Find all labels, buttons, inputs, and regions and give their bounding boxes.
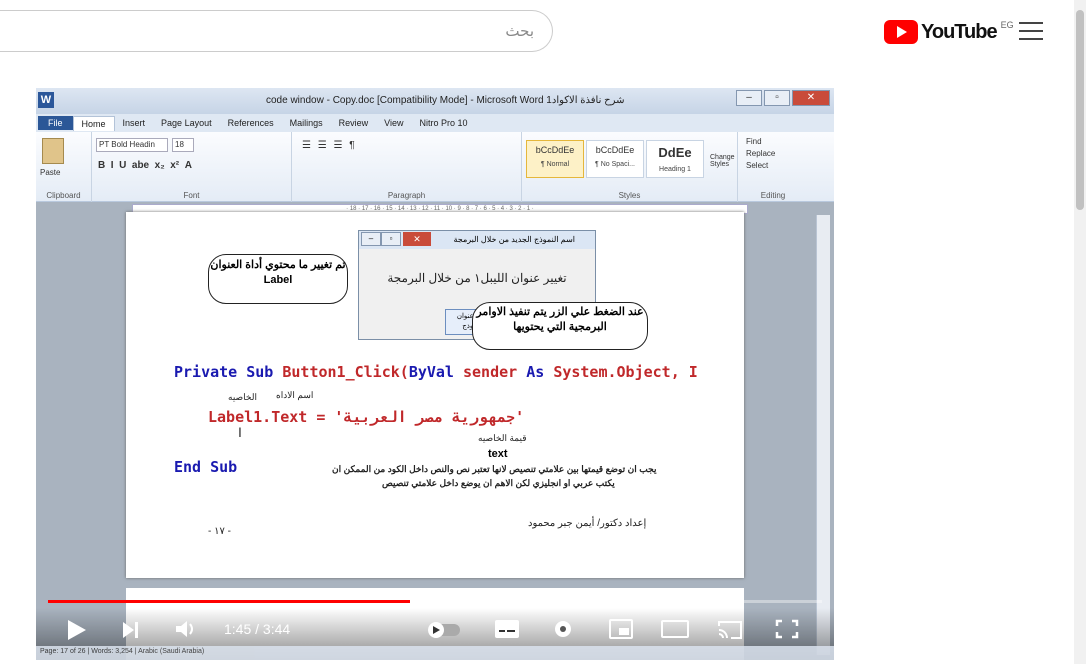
page-number: - ١٧ - xyxy=(208,526,231,537)
code-keyword: As xyxy=(526,363,554,381)
callout-bubble-label: تم تغيير ما محتوي أداة العنوان Label xyxy=(208,254,348,304)
clipboard-group-label: Clipboard xyxy=(46,191,81,200)
maximize-icon: ▫ xyxy=(764,90,790,106)
code-line-end: End Sub xyxy=(174,458,238,476)
tab-file: File xyxy=(38,116,73,130)
dialog-minimize-icon: – xyxy=(361,232,381,246)
style-normal: bCcDdEe ¶ Normal xyxy=(526,140,584,178)
change-styles: Change Styles xyxy=(710,154,735,168)
style-name: ¶ No Spaci... xyxy=(595,161,635,168)
format-buttons: B I U abe x₂ x² A xyxy=(98,160,192,171)
styles-group-label: Styles xyxy=(618,191,641,200)
youtube-logo-text: YouTube xyxy=(921,20,998,43)
style-sample: bCcDdEe xyxy=(535,145,575,155)
country-code: EG xyxy=(1000,20,1014,30)
editing-group: Find Replace Select Editing xyxy=(738,132,808,202)
style-heading1: DdEe Heading 1 xyxy=(646,140,704,178)
next-icon[interactable] xyxy=(120,620,142,640)
code-line-sub: Private Sub Button1_Click(ByVal sender A… xyxy=(174,363,698,381)
theater-mode-icon[interactable] xyxy=(660,618,690,640)
find-button: Find xyxy=(746,137,762,146)
paste-label: Paste xyxy=(40,168,61,177)
paragraph-buttons: ☰ ☰ ☰ ¶ xyxy=(302,140,357,151)
video-player[interactable]: W code window - Copy.doc [Compatibility … xyxy=(36,88,834,660)
dialog-label: تغيير عنوان الليبل١ من خلال البرمجة xyxy=(387,271,567,285)
style-name: ¶ Normal xyxy=(540,161,570,168)
word-window-title: code window - Copy.doc [Compatibility Mo… xyxy=(266,95,625,106)
window-buttons: – ▫ ✕ xyxy=(736,90,830,106)
tab-references: References xyxy=(227,118,274,128)
style-no-spacing: bCcDdEe ¶ No Spaci... xyxy=(586,140,644,178)
style-sample: DdEe xyxy=(658,145,692,160)
hamburger-menu-icon[interactable] xyxy=(1019,22,1043,40)
author-line: إعداد دكتور/ أيمن جبر محمود xyxy=(528,518,647,529)
tab-review: Review xyxy=(338,118,369,128)
word-app-icon: W xyxy=(38,92,54,108)
code-keyword: ByVal xyxy=(408,363,463,381)
editing-group-label: Editing xyxy=(760,191,786,200)
youtube-logo[interactable]: YouTube EG xyxy=(884,19,1014,45)
close-icon: ✕ xyxy=(792,90,830,106)
ribbon-tabs: File Home Insert Page Layout References … xyxy=(36,114,834,132)
clipboard-group: Paste Clipboard xyxy=(36,132,92,202)
code-name: Button1_Click( xyxy=(282,363,409,381)
tab-home: Home xyxy=(72,115,115,131)
code-line-assign: Label1.Text = 'جمهورية مصر العربية' xyxy=(208,408,525,426)
callout-bubble-button: عند الضغط علي الزر يتم تنفيذ الاوامر الب… xyxy=(472,302,648,350)
volume-icon[interactable] xyxy=(174,618,198,640)
vertical-scrollbar xyxy=(816,215,830,655)
tab-view: View xyxy=(384,118,404,128)
font-name-box: PT Bold Headin xyxy=(96,138,168,152)
style-sample: bCcDdEe xyxy=(595,145,635,155)
word-ribbon: Paste Clipboard PT Bold Headin 18 B I U … xyxy=(36,132,834,202)
dialog-maximize-icon: ▫ xyxy=(381,232,401,246)
video-time: 1:45 / 3:44 xyxy=(224,621,291,637)
word-titlebar: W code window - Copy.doc [Compatibility … xyxy=(36,88,834,114)
note-line-2: يكتب عربي او انجليزي لكن الاهم ان يوضع د… xyxy=(382,478,615,488)
style-name: Heading 1 xyxy=(659,166,691,173)
font-group: PT Bold Headin 18 B I U abe x₂ x² A Font xyxy=(92,132,292,202)
settings-icon[interactable] xyxy=(552,618,574,640)
dialog-close-icon: ✕ xyxy=(403,232,431,246)
word-statusbar: Page: 17 of 26 | Words: 3,254 | Arabic (… xyxy=(36,646,834,660)
code-ident: sender xyxy=(463,363,527,381)
tab-mailings: Mailings xyxy=(289,118,323,128)
page-scrollbar-thumb[interactable] xyxy=(1076,10,1084,210)
fullscreen-icon[interactable] xyxy=(774,618,800,640)
font-size-box: 18 xyxy=(172,138,194,152)
miniplayer-icon[interactable] xyxy=(608,618,634,640)
select-button: Select xyxy=(746,161,769,170)
tab-page-layout: Page Layout xyxy=(161,118,212,128)
search-placeholder: بحث xyxy=(505,22,534,40)
minimize-icon: – xyxy=(736,90,762,106)
tab-insert: Insert xyxy=(122,118,146,128)
paste-icon xyxy=(42,138,64,164)
editing-buttons: Find Replace Select xyxy=(746,136,775,172)
cast-icon[interactable] xyxy=(716,618,744,640)
autoplay-toggle-icon[interactable] xyxy=(426,620,462,640)
progress-bar-fill xyxy=(48,600,411,603)
text-cursor-icon: I xyxy=(238,424,242,440)
subtitles-icon[interactable] xyxy=(494,618,520,640)
youtube-play-icon xyxy=(884,20,918,44)
font-group-label: Font xyxy=(183,191,200,200)
styles-group: bCcDdEe ¶ Normal bCcDdEe ¶ No Spaci... DdE… xyxy=(522,132,738,202)
code-type: System.Object, I xyxy=(553,363,698,381)
code-keyword: Private Sub xyxy=(174,363,283,381)
note-line-1: يجب ان توضع قيمتها بين علامتي تنصيص لانه… xyxy=(332,464,657,474)
document-page: اسم النموذج الجديد من خلال البرمجة – ▫ ✕… xyxy=(126,212,744,578)
search-box[interactable]: بحث xyxy=(0,10,553,52)
play-icon[interactable] xyxy=(64,618,90,642)
replace-button: Replace xyxy=(746,149,776,158)
annotation-text: text xyxy=(488,448,508,460)
annotation-value: قيمة الخاصيه xyxy=(478,433,527,443)
tab-nitro: Nitro Pro 10 xyxy=(419,118,468,128)
annotation-property: الخاصيه xyxy=(228,392,257,402)
annotation-tool-name: اسم الاداه xyxy=(276,390,314,400)
paragraph-group: ☰ ☰ ☰ ¶ Paragraph xyxy=(292,132,522,202)
paragraph-group-label: Paragraph xyxy=(387,191,426,200)
